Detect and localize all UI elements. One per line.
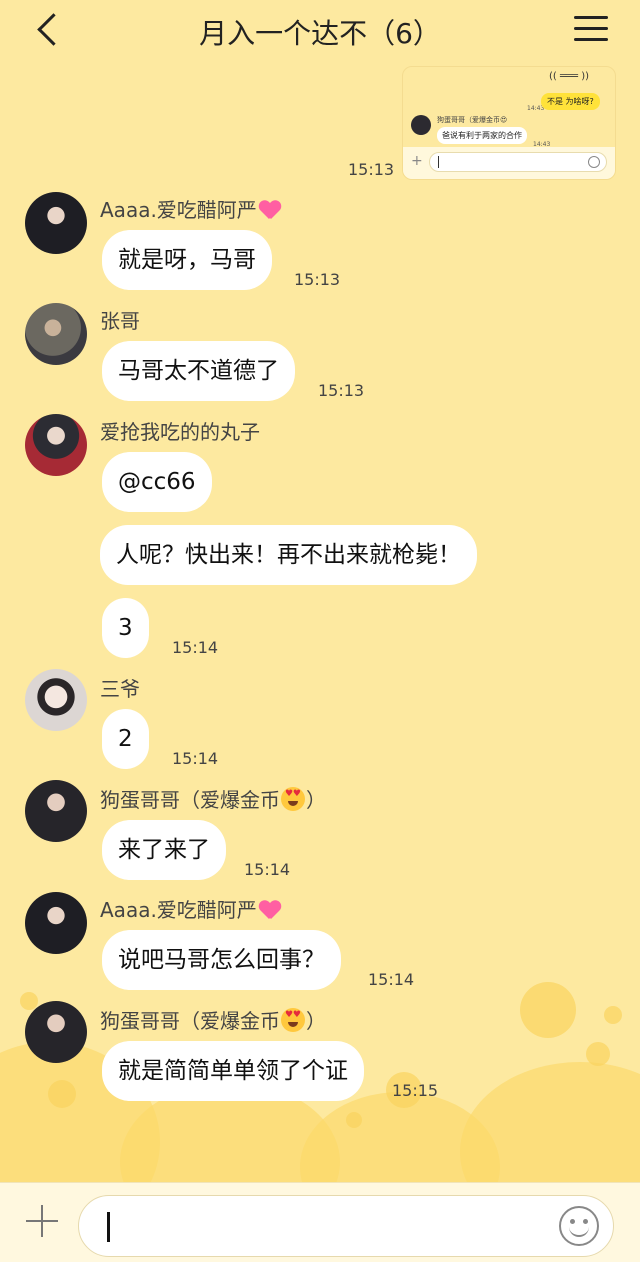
sender-name: 狗蛋哥哥（爱爆金币） <box>100 784 326 813</box>
text-caret <box>107 1212 110 1242</box>
message-time: 15:13 <box>348 160 395 179</box>
avatar[interactable] <box>25 1001 87 1063</box>
sender-name: 爱抢我吃的的丸子 <box>100 420 260 444</box>
image-yellow-bubble: 不是 为啥呀? <box>541 93 600 110</box>
input-bar <box>0 1182 640 1262</box>
message-bubble[interactable]: 就是简简单单领了个证 <box>102 1041 364 1101</box>
menu-icon[interactable] <box>574 14 608 44</box>
message-bubble[interactable]: 马哥太不道德了 <box>102 341 295 401</box>
sender-name: 三爷 <box>100 677 140 701</box>
message-bubble[interactable]: 来了来了 <box>102 820 226 880</box>
message-time: 15:14 <box>172 749 219 768</box>
message-time: 15:14 <box>172 638 219 657</box>
smile-icon[interactable] <box>559 1206 599 1246</box>
avatar[interactable] <box>25 192 87 254</box>
message-bubble[interactable]: 就是呀，马哥 <box>102 230 272 290</box>
heart-eyes-emoji-icon <box>281 1008 305 1032</box>
message-bubble[interactable]: 人呢？快出来！再不出来就枪毙！ <box>100 525 477 585</box>
smile-icon <box>588 156 600 168</box>
plus-icon[interactable] <box>26 1205 58 1237</box>
message-time: 15:14 <box>244 860 291 879</box>
sender-name: 张哥 <box>100 309 140 333</box>
avatar[interactable] <box>25 414 87 476</box>
avatar <box>411 115 431 135</box>
chat-header: 月入一个达不（6） <box>0 0 640 62</box>
avatar[interactable] <box>25 780 87 842</box>
sender-name: 狗蛋哥哥（爱爆金币） <box>100 1005 326 1034</box>
message-time: 15:13 <box>294 270 341 289</box>
message-bubble[interactable]: @cc66 <box>102 452 212 512</box>
meme-sticker: (( ═══ )) <box>549 71 590 82</box>
image-sender-name: 狗蛋哥哥（爱爆金币😍 <box>437 116 508 124</box>
plus-icon: + <box>411 153 423 169</box>
sender-name: Aaaa.爱吃醋阿严 <box>100 194 281 223</box>
heart-icon <box>259 201 281 219</box>
image-input-bar: + <box>403 147 615 179</box>
avatar[interactable] <box>25 669 87 731</box>
avatar[interactable] <box>25 303 87 365</box>
message-time: 15:13 <box>318 381 365 400</box>
message-time: 15:15 <box>392 1081 439 1100</box>
sender-name: Aaaa.爱吃醋阿严 <box>100 894 281 923</box>
message-bubble[interactable]: 说吧马哥怎么回事？ <box>102 930 341 990</box>
message-time: 15:14 <box>368 970 415 989</box>
chat-title: 月入一个达不（6） <box>199 17 441 50</box>
heart-icon <box>259 901 281 919</box>
message-input[interactable] <box>78 1195 614 1257</box>
image-message[interactable]: (( ═══ )) 14:43 不是 为啥呀? 狗蛋哥哥（爱爆金币😍 爸说有利于… <box>402 66 616 180</box>
heart-eyes-emoji-icon <box>281 787 305 811</box>
message-bubble[interactable]: 2 <box>102 709 149 769</box>
image-white-bubble: 爸说有利于两家的合作 <box>437 127 527 144</box>
message-bubble[interactable]: 3 <box>102 598 149 658</box>
avatar[interactable] <box>25 892 87 954</box>
image-input-field <box>429 152 607 172</box>
